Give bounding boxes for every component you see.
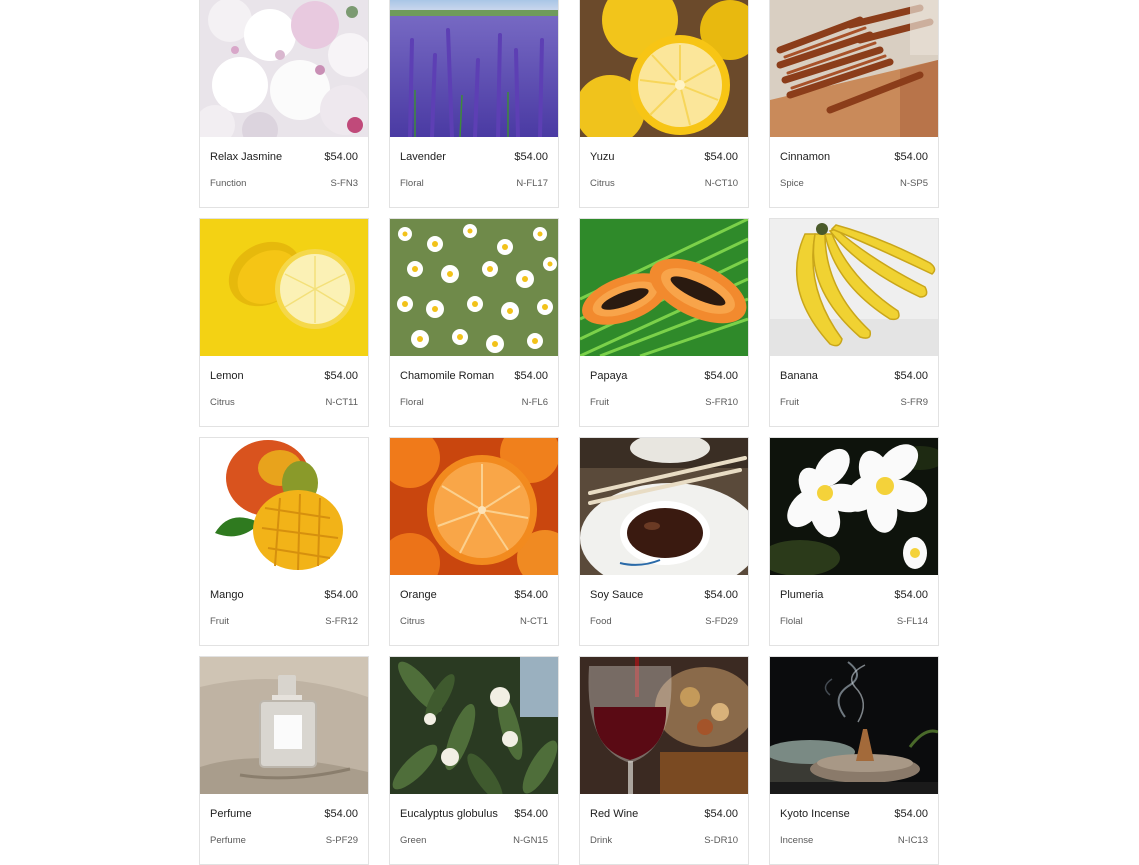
product-category: Spice [780, 178, 804, 189]
product-grid: Relax Jasmine $54.00 Function S-FN3 Lave… [199, 0, 940, 865]
product-image[interactable] [390, 219, 558, 356]
product-name[interactable]: Red Wine [590, 808, 638, 820]
product-card[interactable]: Papaya $54.00 Fruit S-FR10 [579, 218, 749, 427]
product-card[interactable]: Kyoto Incense $54.00 Incense N-IC13 [769, 656, 939, 865]
product-category: Food [590, 616, 612, 627]
product-image[interactable] [200, 438, 368, 575]
product-name[interactable]: Soy Sauce [590, 589, 643, 601]
product-image[interactable] [770, 657, 938, 794]
product-name[interactable]: Relax Jasmine [210, 151, 282, 163]
product-card[interactable]: Banana $54.00 Fruit S-FR9 [769, 218, 939, 427]
product-sku: N-FL6 [521, 397, 548, 408]
product-card[interactable]: Chamomile Roman $54.00 Floral N-FL6 [389, 218, 559, 427]
product-price: $54.00 [324, 370, 358, 382]
product-category: Fruit [780, 397, 799, 408]
product-image[interactable] [580, 0, 748, 137]
product-category: Drink [590, 835, 613, 846]
product-price: $54.00 [324, 151, 358, 163]
product-price: $54.00 [894, 151, 928, 163]
product-name[interactable]: Kyoto Incense [780, 808, 850, 820]
product-image[interactable] [580, 657, 748, 794]
product-price: $54.00 [324, 808, 358, 820]
product-sku: N-GN15 [513, 835, 548, 846]
product-sku: N-IC13 [897, 835, 928, 846]
product-card[interactable]: Relax Jasmine $54.00 Function S-FN3 [199, 0, 369, 208]
product-card[interactable]: Soy Sauce $54.00 Food S-FD29 [579, 437, 749, 646]
product-category: Function [210, 178, 247, 189]
product-image[interactable] [200, 219, 368, 356]
product-name[interactable]: Mango [210, 589, 244, 601]
product-card[interactable]: Lavender $54.00 Floral N-FL17 [389, 0, 559, 208]
product-name[interactable]: Lavender [400, 151, 446, 163]
product-sku: S-DR10 [704, 835, 738, 846]
product-sku: S-FR10 [705, 397, 738, 408]
product-price: $54.00 [704, 370, 738, 382]
product-name[interactable]: Lemon [210, 370, 244, 382]
product-card[interactable]: Plumeria $54.00 Flolal S-FL14 [769, 437, 939, 646]
product-category: Flolal [780, 616, 803, 627]
product-category: Citrus [210, 397, 235, 408]
product-card[interactable]: Perfume $54.00 Perfume S-PF29 [199, 656, 369, 865]
product-sku: S-FR12 [325, 616, 358, 627]
product-card[interactable]: Mango $54.00 Fruit S-FR12 [199, 437, 369, 646]
product-name[interactable]: Yuzu [590, 151, 614, 163]
product-name[interactable]: Papaya [590, 370, 627, 382]
product-image[interactable] [200, 0, 368, 137]
product-image[interactable] [770, 438, 938, 575]
product-category: Fruit [590, 397, 609, 408]
product-price: $54.00 [514, 151, 548, 163]
product-image[interactable] [770, 0, 938, 137]
product-category: Citrus [400, 616, 425, 627]
product-name[interactable]: Cinnamon [780, 151, 830, 163]
product-price: $54.00 [704, 151, 738, 163]
product-card[interactable]: Lemon $54.00 Citrus N-CT11 [199, 218, 369, 427]
product-sku: N-SP5 [900, 178, 928, 189]
product-price: $54.00 [514, 370, 548, 382]
product-image[interactable] [390, 0, 558, 137]
product-price: $54.00 [894, 370, 928, 382]
product-price: $54.00 [704, 808, 738, 820]
product-name[interactable]: Chamomile Roman [400, 370, 494, 382]
product-price: $54.00 [514, 808, 548, 820]
product-sku: N-CT1 [520, 616, 548, 627]
product-sku: S-PF29 [325, 835, 358, 846]
product-price: $54.00 [894, 589, 928, 601]
product-sku: S-FD29 [705, 616, 738, 627]
product-sku: S-FR9 [900, 397, 928, 408]
product-category: Floral [400, 178, 424, 189]
product-name[interactable]: Banana [780, 370, 818, 382]
product-sku: N-CT10 [704, 178, 738, 189]
product-image[interactable] [580, 438, 748, 575]
product-name[interactable]: Eucalyptus globulus [400, 808, 498, 820]
product-card[interactable]: Orange $54.00 Citrus N-CT1 [389, 437, 559, 646]
product-price: $54.00 [324, 589, 358, 601]
product-card[interactable]: Red Wine $54.00 Drink S-DR10 [579, 656, 749, 865]
product-card[interactable]: Cinnamon $54.00 Spice N-SP5 [769, 0, 939, 208]
product-price: $54.00 [514, 589, 548, 601]
product-card[interactable]: Eucalyptus globulus $54.00 Green N-GN15 [389, 656, 559, 865]
product-image[interactable] [770, 219, 938, 356]
product-category: Perfume [210, 835, 246, 846]
product-category: Fruit [210, 616, 229, 627]
product-price: $54.00 [704, 589, 738, 601]
product-name[interactable]: Orange [400, 589, 437, 601]
product-sku: S-FL14 [896, 616, 928, 627]
product-image[interactable] [390, 657, 558, 794]
product-sku: S-FN3 [330, 178, 358, 189]
product-sku: N-FL17 [516, 178, 548, 189]
product-category: Floral [400, 397, 424, 408]
product-name[interactable]: Plumeria [780, 589, 823, 601]
product-image[interactable] [200, 657, 368, 794]
product-sku: N-CT11 [325, 397, 358, 408]
product-category: Citrus [590, 178, 615, 189]
product-card[interactable]: Yuzu $54.00 Citrus N-CT10 [579, 0, 749, 208]
product-price: $54.00 [894, 808, 928, 820]
product-category: Green [400, 835, 427, 846]
product-image[interactable] [390, 438, 558, 575]
product-image[interactable] [580, 219, 748, 356]
product-name[interactable]: Perfume [210, 808, 252, 820]
product-category: Incense [780, 835, 814, 846]
